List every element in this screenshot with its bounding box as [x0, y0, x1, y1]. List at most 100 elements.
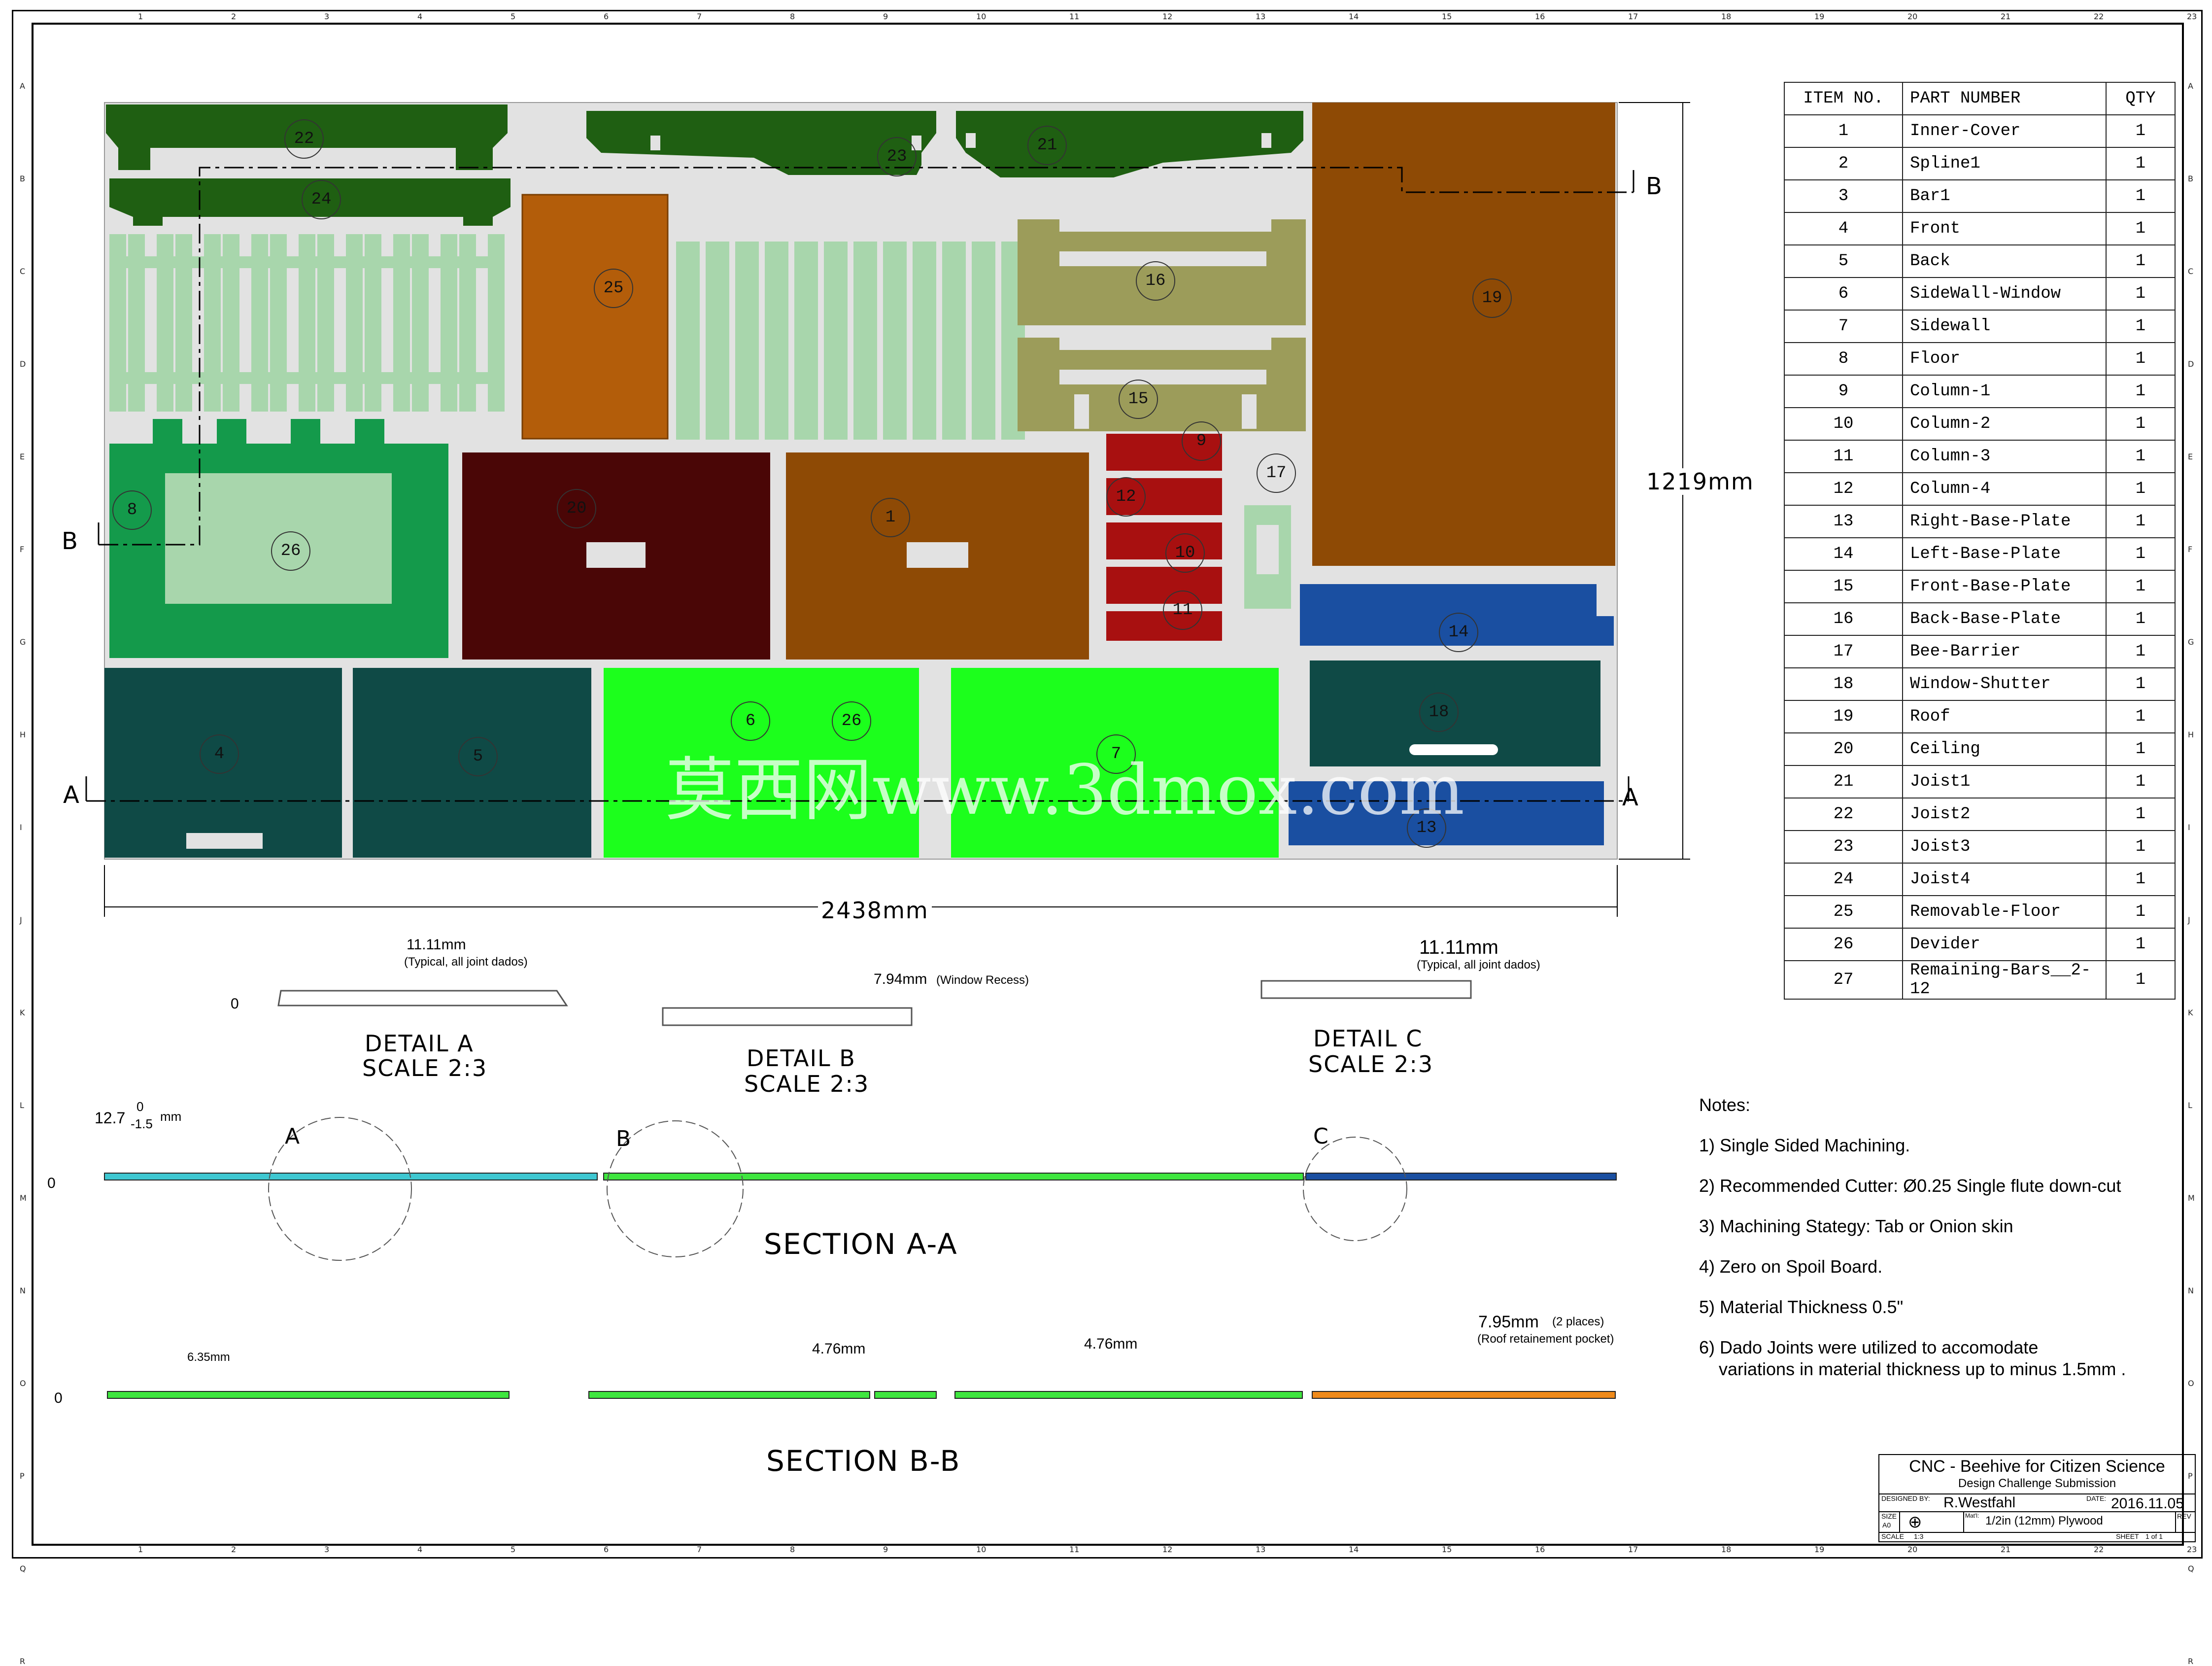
- bom-row: 23 Joist3 1: [1784, 830, 2176, 864]
- detail-b-scale: SCALE 2:3: [744, 1071, 870, 1097]
- bom-part-number: Window-Shutter: [1902, 667, 2107, 701]
- detail-c-note: (Typical, all joint dados): [1417, 958, 1540, 972]
- section-bb-dim-2: 4.76mm: [812, 1341, 866, 1357]
- note-item: 6) Dado Joints were utilized to accomoda…: [1699, 1337, 2039, 1357]
- section-a-marker-right: A: [1622, 784, 1639, 811]
- bom-part-number: Ceiling: [1902, 732, 2107, 766]
- bom-part-number: Roof: [1902, 700, 2107, 733]
- bom-qty: 1: [2106, 635, 2176, 668]
- bom-part-number: Joist4: [1902, 863, 2107, 896]
- section-b-marker-right: B: [1646, 173, 1663, 200]
- zone-label-row: Q: [2188, 1564, 2194, 1573]
- bom-part-number: Floor: [1902, 342, 2107, 376]
- bom-item-no: 22: [1784, 798, 1903, 831]
- part-balloon: 4: [200, 734, 239, 774]
- size-value: A0: [1882, 1521, 1891, 1529]
- bom-item-no: 3: [1784, 179, 1903, 213]
- title-block-subtitle: Design Challenge Submission: [1958, 1477, 2116, 1490]
- bom-row: 14 Left-Base-Plate 1: [1784, 537, 2176, 571]
- section-bb-strip-4: [954, 1391, 1303, 1399]
- bom-item-no: 14: [1784, 537, 1903, 571]
- bom-row: 27 Remaining-Bars__2-12 1: [1784, 960, 2176, 1000]
- bom-item-no: 21: [1784, 765, 1903, 798]
- part-balloon: 8: [112, 490, 152, 530]
- bom-qty: 1: [2106, 602, 2176, 636]
- bom-item-no: 18: [1784, 667, 1903, 701]
- part-balloon: 18: [1419, 693, 1459, 732]
- bom-part-number: Column-3: [1902, 440, 2107, 473]
- bom-row: 5 Back 1: [1784, 244, 2176, 278]
- section-bb-title: SECTION B-B: [766, 1444, 961, 1478]
- bom-item-no: 17: [1784, 635, 1903, 668]
- bom-item-no: 6: [1784, 277, 1903, 311]
- bom-row: 7 Sidewall 1: [1784, 310, 2176, 343]
- bom-qty: 1: [2106, 114, 2176, 148]
- bom-qty: 1: [2106, 928, 2176, 961]
- section-bb-dim-4-note-2: (Roof retainement pocket): [1477, 1332, 1614, 1346]
- note-item: 4) Zero on Spoil Board.: [1699, 1256, 1883, 1277]
- bom-part-number: Joist2: [1902, 798, 2107, 831]
- detail-c-dimension: 11.11mm: [1419, 937, 1498, 958]
- bom-part-number: Column-2: [1902, 407, 2107, 441]
- bom-row: 18 Window-Shutter 1: [1784, 667, 2176, 701]
- bom-qty: 1: [2106, 667, 2176, 701]
- bom-qty: 1: [2106, 505, 2176, 538]
- bom-part-number: Spline1: [1902, 147, 2107, 180]
- bom-row: 25 Removable-Floor 1: [1784, 895, 2176, 929]
- section-aa-tolerance-lower: -1.5: [131, 1116, 153, 1131]
- bom-qty: 1: [2106, 537, 2176, 571]
- section-aa-unit: mm: [160, 1109, 182, 1124]
- bom-item-no: 12: [1784, 472, 1903, 506]
- detail-b-title: DETAIL B: [747, 1045, 856, 1072]
- section-aa-circle-c-label: C: [1313, 1124, 1329, 1149]
- section-bb-dim-4-note-1: (2 places): [1552, 1315, 1604, 1328]
- part-balloon: 15: [1119, 380, 1158, 419]
- bom-item-no: 4: [1784, 212, 1903, 245]
- section-b-marker-left: B: [62, 527, 79, 555]
- detail-c-profile: [1260, 980, 1472, 999]
- bom-row: 10 Column-2 1: [1784, 407, 2176, 441]
- bom-qty: 1: [2106, 798, 2176, 831]
- bom-item-no: 19: [1784, 700, 1903, 733]
- bom-table: ITEM NO. PART NUMBER QTY 1 Inner-Cover 1 2 S…: [1784, 82, 2176, 1000]
- designer-name: R.Westfahl: [1943, 1494, 2016, 1511]
- width-dimension: 2438mm: [818, 897, 932, 924]
- bom-qty: 1: [2106, 765, 2176, 798]
- section-bb-strip-1: [107, 1391, 510, 1399]
- scale-label: SCALE: [1881, 1532, 1904, 1540]
- bom-part-number: Removable-Floor: [1902, 895, 2107, 929]
- bom-qty: 1: [2106, 960, 2176, 1000]
- sheet-label: SHEET: [2116, 1532, 2139, 1540]
- detail-b-note: (Window Recess): [936, 973, 1029, 987]
- notes-heading: Notes:: [1699, 1095, 1751, 1115]
- section-aa-title: SECTION A-A: [764, 1227, 958, 1261]
- bom-qty: 1: [2106, 342, 2176, 376]
- date-label: DATE:: [2086, 1494, 2107, 1502]
- detail-b-profile: [662, 1007, 913, 1026]
- part-17-hole: [1257, 525, 1279, 574]
- detail-a-dimension: 11.11mm: [407, 937, 466, 953]
- bom-item-no: 16: [1784, 602, 1903, 636]
- bom-qty: 1: [2106, 440, 2176, 473]
- bom-part-number: Column-4: [1902, 472, 2107, 506]
- bom-qty: 1: [2106, 375, 2176, 408]
- bom-part-number: Remaining-Bars__2-12: [1902, 960, 2107, 1000]
- bom-item-no: 10: [1784, 407, 1903, 441]
- part-20-hole: [586, 542, 646, 568]
- bom-qty: 1: [2106, 472, 2176, 506]
- title-block: CNC - Beehive for Citizen Science Design…: [1878, 1454, 2196, 1542]
- section-aa-strip-middle: [603, 1173, 1304, 1180]
- note-item: 2) Recommended Cutter: Ø0.25 Single flut…: [1699, 1176, 2121, 1196]
- detail-a-profile: [277, 990, 568, 1007]
- part-balloon: 16: [1136, 261, 1175, 301]
- note-item: variations in material thickness up to m…: [1719, 1359, 2126, 1379]
- bom-qty: 1: [2106, 147, 2176, 180]
- bom-part-number: Back: [1902, 244, 2107, 278]
- detail-b-dimension: 7.94mm: [874, 971, 927, 987]
- section-bb-strip-5: [1312, 1391, 1616, 1399]
- section-bb-strip-3: [874, 1391, 937, 1399]
- part-balloon: 10: [1165, 533, 1205, 573]
- bom-row: 21 Joist1 1: [1784, 765, 2176, 798]
- part-15-slot: [1059, 370, 1266, 384]
- bom-row: 16 Back-Base-Plate 1: [1784, 602, 2176, 636]
